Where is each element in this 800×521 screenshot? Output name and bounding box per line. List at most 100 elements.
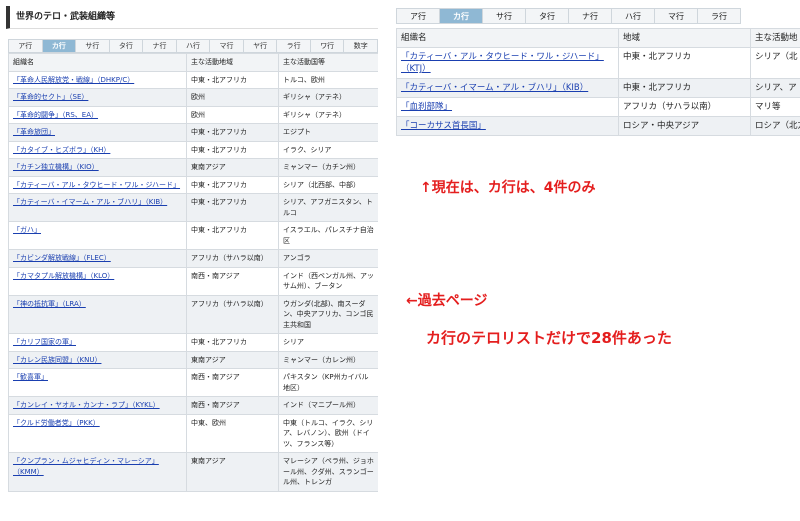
table-row: 「クルド労働者党」（PKK） 中東、欧州 中東（トルコ、イラク、シリア、レバノン）、…	[8, 413, 378, 453]
organization-link[interactable]: 「革命旅団」	[13, 128, 55, 136]
organization-link[interactable]: 「革命的セクト」（SE）	[13, 93, 88, 101]
current-organization-table: 組織名 地域 主な活動地 「カティーバ・アル・タウヒード・ワル・ジハード」（KT…	[396, 28, 800, 136]
organization-cell: 「血刹部隊」	[396, 97, 619, 117]
tab-6[interactable]: マ行	[654, 8, 697, 24]
region-cell: ロシア・中央アジア	[618, 116, 751, 136]
region-cell: 中東・北アフリカ	[186, 333, 279, 352]
organization-link[interactable]: 「カマタプル解放機構」（KLO）	[13, 272, 114, 280]
table-row: 「カレン民族同盟」（KNU） 東南アジア ミャンマー（カレン州）	[8, 350, 378, 369]
country-cell: トルコ、欧州	[278, 70, 378, 89]
organization-link[interactable]: 「カティーバ・イマーム・アル・ブハリ」（KIB）	[13, 198, 167, 206]
table-row: 「カマタプル解放機構」（KLO） 南西・南アジア インド（西ベンガル州、アッサム州）…	[8, 266, 378, 296]
country-cell: マリ等	[750, 97, 800, 117]
tab-0[interactable]: ア行	[396, 8, 439, 24]
region-cell: 東南アジア	[186, 452, 279, 492]
header-organization: 組織名	[396, 28, 619, 48]
organization-cell: 「カリフ国家の軍」	[8, 333, 187, 352]
organization-cell: 「カビンダ解放戦線」（FLEC）	[8, 249, 187, 268]
country-cell: アンゴラ	[278, 249, 378, 268]
current-page-panel: ア行 カ行 サ行 タ行 ナ行 ハ行 マ行 ラ行 組織名 地域 主な活動地 「カティーバ・アル・…	[396, 8, 800, 136]
organization-link[interactable]: 「歓喜軍」	[13, 373, 48, 381]
organization-link[interactable]: 「革命人民解放党・戦線」（DHKP/C）	[13, 76, 134, 84]
country-cell: イスラエル、パレスチナ自治区	[278, 221, 378, 250]
organization-link[interactable]: 「カビンダ解放戦線」（FLEC）	[13, 254, 111, 262]
page-title: 世界のテロ・武装組織等	[6, 6, 378, 29]
tab-4[interactable]: ナ行	[568, 8, 611, 24]
country-cell: イラク、シリア	[278, 140, 378, 159]
organization-link[interactable]: 「コーカサス首長国」	[401, 121, 486, 131]
region-cell: 中東・北アフリカ	[618, 78, 751, 98]
organization-link[interactable]: 「カタイブ・ヒズボラ」（KH）	[13, 146, 110, 154]
tab-7[interactable]: ヤ行	[242, 39, 277, 53]
organization-link[interactable]: 「カティーバ・アル・タウヒード・ワル・ジハード」	[13, 181, 180, 189]
organization-link[interactable]: 「カティーバ・イマーム・アル・ブハリ」（KIB）	[401, 83, 588, 93]
country-cell: シリア（北西部、中部）	[278, 175, 378, 194]
organization-cell: 「カタイブ・ヒズボラ」（KH）	[8, 140, 187, 159]
organization-cell: 「カティーバ・イマーム・アル・ブハリ」（KIB）	[396, 78, 619, 98]
table-row: 「カティーバ・イマーム・アル・ブハリ」（KIB） 中東・北アフリカ シリア、アフガニ…	[8, 193, 378, 222]
tab-6[interactable]: マ行	[209, 39, 243, 53]
organization-link[interactable]: 「血刹部隊」	[401, 102, 452, 112]
organization-cell: 「神の抵抗軍」（LRA）	[8, 294, 187, 334]
organization-link[interactable]: 「カレン民族同盟」（KNU）	[13, 356, 101, 364]
region-cell: アフリカ（サハラ以南）	[186, 249, 279, 268]
country-cell: ミャンマー（カチン州）	[278, 158, 378, 177]
tab-8[interactable]: ラ行	[276, 39, 310, 53]
tab-2[interactable]: サ行	[75, 39, 109, 53]
region-cell: 東南アジア	[186, 158, 279, 177]
tab-1[interactable]: カ行	[439, 8, 482, 24]
organization-cell: 「カマタプル解放機構」（KLO）	[8, 266, 187, 296]
header-region: 主な活動地域	[186, 53, 279, 72]
organization-link[interactable]: 「革命的闘争」（RS、EA）	[13, 111, 98, 119]
organization-link[interactable]: 「カンレイ・ヤオル・カンナ・ラプ」（KYKL）	[13, 401, 160, 409]
past-page-panel: 世界のテロ・武装組織等 ア行 カ行 サ行 タ行 ナ行 ハ行 マ行 ヤ行 ラ行 ワ行 数字 組織名 主…	[6, 6, 378, 521]
organization-link[interactable]: 「ガハ」	[13, 226, 41, 234]
tab-5[interactable]: ハ行	[175, 39, 210, 53]
country-cell: ミャンマー（カレン州）	[278, 350, 378, 369]
tab-1[interactable]: カ行	[41, 39, 76, 53]
country-cell: ギリシャ（アテネ）	[278, 88, 378, 107]
table-row: 「血刹部隊」 アフリカ（サハラ以南） マリ等	[396, 97, 800, 117]
tab-9[interactable]: ワ行	[309, 39, 344, 53]
organization-cell: 「歓喜軍」	[8, 368, 187, 397]
kana-tab-bar: ア行 カ行 サ行 タ行 ナ行 ハ行 マ行 ラ行	[396, 8, 800, 24]
tab-10[interactable]: 数字	[343, 39, 378, 53]
tab-2[interactable]: サ行	[482, 8, 525, 24]
table-row: 「革命人民解放党・戦線」（DHKP/C） 中東・北アフリカ トルコ、欧州	[8, 70, 378, 89]
kana-tab-bar: ア行 カ行 サ行 タ行 ナ行 ハ行 マ行 ヤ行 ラ行 ワ行 数字	[8, 39, 378, 53]
organization-link[interactable]: 「カリフ国家の軍」	[13, 338, 76, 346]
table-row: 「カビンダ解放戦線」（FLEC） アフリカ（サハラ以南） アンゴラ	[8, 249, 378, 268]
country-cell: シリア、ア	[750, 78, 800, 98]
annotation-current-count: ↑現在は、カ行は、4件のみ	[420, 180, 596, 196]
table-row: 「ガハ」 中東・北アフリカ イスラエル、パレスチナ自治区	[8, 221, 378, 250]
tab-4[interactable]: ナ行	[142, 39, 176, 53]
organization-cell: 「ガハ」	[8, 221, 187, 250]
region-cell: 中東・北アフリカ	[618, 47, 751, 79]
tab-5[interactable]: ハ行	[611, 8, 654, 24]
organization-link[interactable]: 「神の抵抗軍」（LRA）	[13, 300, 86, 308]
organization-link[interactable]: 「クンプラン・ムジャヒディン・マレーシア」（KMM）	[13, 457, 159, 476]
table-row: 「カティーバ・アル・タウヒード・ワル・ジハード」 中東・北アフリカ シリア（北西部、…	[8, 175, 378, 194]
region-cell: 欧州	[186, 105, 279, 124]
table-row: 「革命的セクト」（SE） 欧州 ギリシャ（アテネ）	[8, 88, 378, 107]
tab-3[interactable]: タ行	[108, 39, 143, 53]
tab-7[interactable]: ラ行	[697, 8, 741, 24]
tab-0[interactable]: ア行	[8, 39, 42, 53]
organization-link[interactable]: 「カティーバ・アル・タウヒード・ワル・ジハード」（KTJ）	[401, 52, 604, 74]
table-row: 「カリフ国家の軍」 中東・北アフリカ シリア	[8, 333, 378, 352]
country-cell: エジプト	[278, 123, 378, 142]
table-row: 「神の抵抗軍」（LRA） アフリカ（サハラ以南） ウガンダ(北部)、南スーダン、中央…	[8, 294, 378, 334]
organization-link[interactable]: 「クルド労働者党」（PKK）	[13, 419, 100, 427]
annotation-past-count: カ行のテロリストだけで28件あった	[426, 329, 672, 347]
country-cell: インド（マニプール州）	[278, 396, 378, 415]
organization-cell: 「カンレイ・ヤオル・カンナ・ラプ」（KYKL）	[8, 396, 187, 415]
region-cell: 中東、欧州	[186, 413, 279, 453]
region-cell: 中東・北アフリカ	[186, 70, 279, 89]
country-cell: 中東（トルコ、イラク、シリア、レバノン）、欧州（ドイツ、フランス等）	[278, 413, 378, 453]
annotation-past-page: ←過去ページ	[406, 293, 488, 309]
table-row: 「歓喜軍」 南西・南アジア パキスタン（KP州カイバル地区）	[8, 368, 378, 397]
region-cell: 中東・北アフリカ	[186, 193, 279, 222]
organization-link[interactable]: 「カチン独立機構」（KIO）	[13, 163, 99, 171]
table-row: 「カタイブ・ヒズボラ」（KH） 中東・北アフリカ イラク、シリア	[8, 140, 378, 159]
tab-3[interactable]: タ行	[525, 8, 568, 24]
